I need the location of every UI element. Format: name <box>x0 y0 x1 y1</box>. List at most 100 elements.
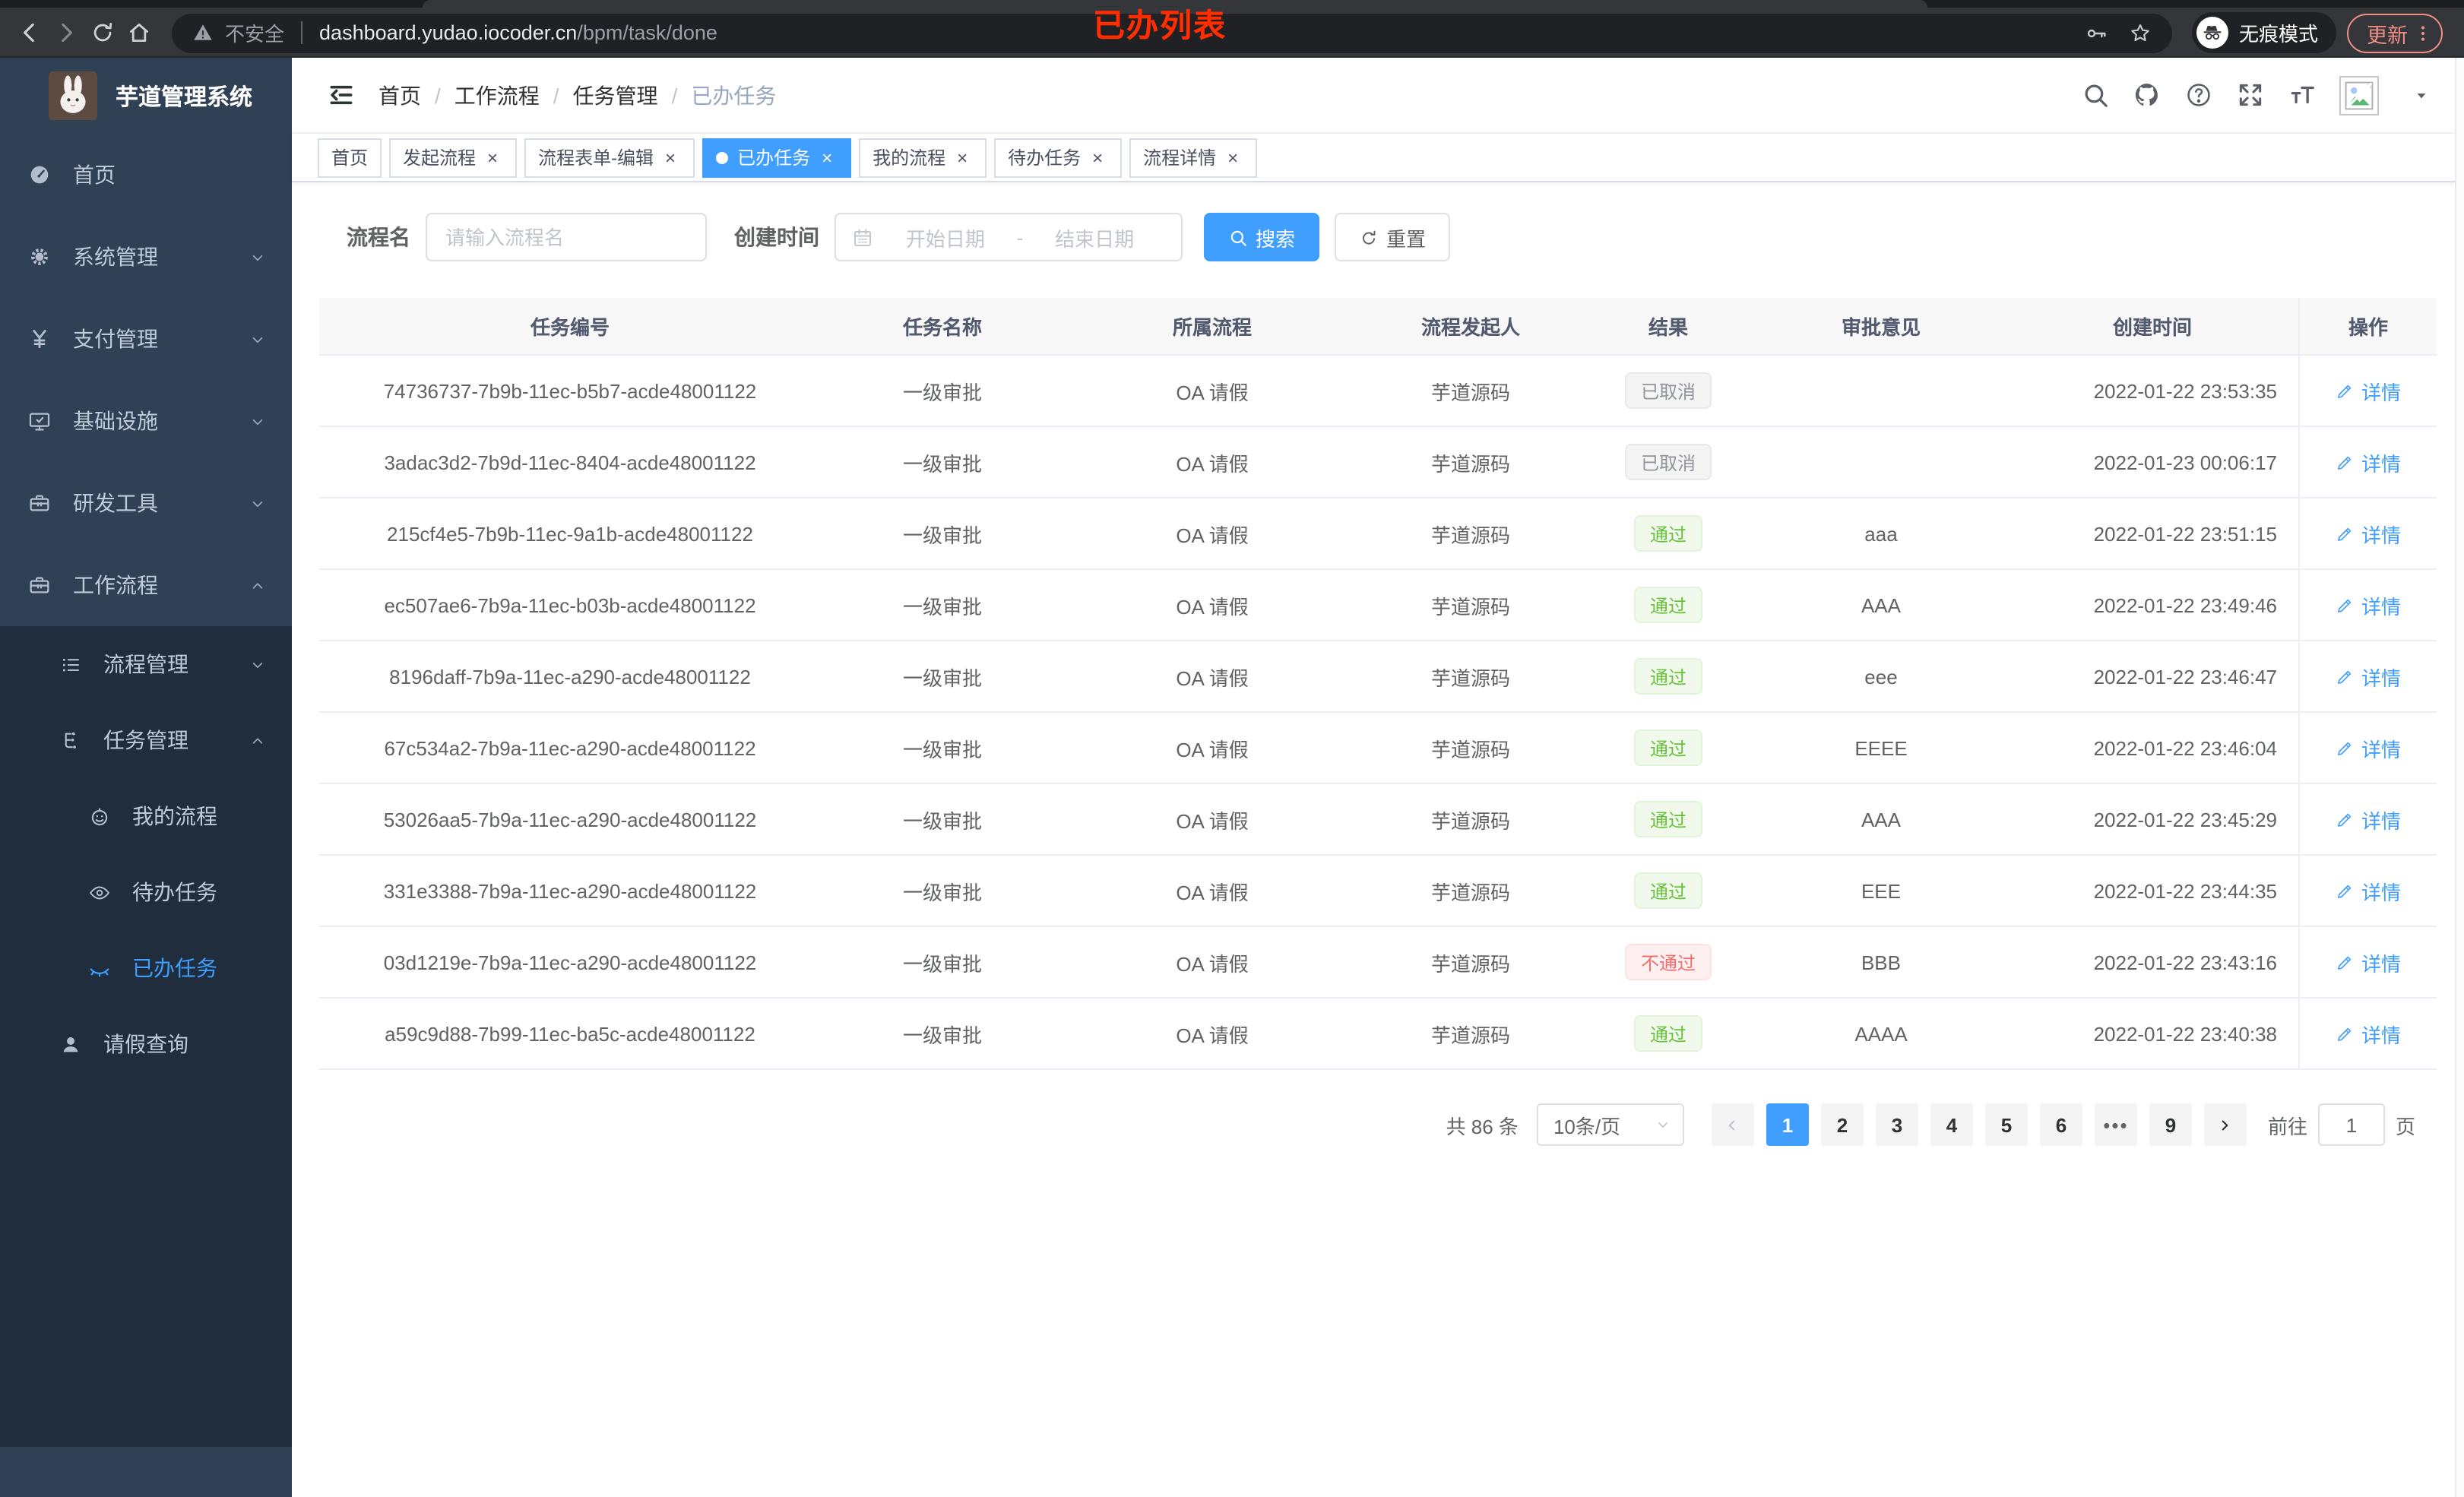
browser-menu-dots-icon[interactable] <box>2412 22 2434 43</box>
forward-icon[interactable] <box>53 20 79 46</box>
search-icon[interactable] <box>2081 81 2110 109</box>
process-cell: OA 请假 <box>1064 856 1360 927</box>
col-comment: 审批意见 <box>1756 298 2006 356</box>
tabs-bar: 首页 发起流程 × 流程表单-编辑 × 已办任务 × 我的流程 × 待办任务 ×… <box>292 134 2464 182</box>
fullscreen-icon[interactable] <box>2236 81 2265 109</box>
tab[interactable]: 流程详情 × <box>1129 138 1258 177</box>
incognito-icon <box>2196 17 2228 49</box>
breadcrumb-link[interactable]: 任务管理 <box>573 80 658 110</box>
sidebar-subitem[interactable]: 待办任务 <box>0 854 292 930</box>
key-icon[interactable] <box>2084 21 2108 45</box>
search-button[interactable]: 搜索 <box>1204 213 1320 261</box>
page-button[interactable]: 4 <box>1930 1103 1973 1146</box>
details-link[interactable]: 详情 <box>2336 733 2401 762</box>
details-link[interactable]: 详情 <box>2336 1019 2401 1048</box>
github-icon[interactable] <box>2133 81 2162 109</box>
date-range-picker[interactable]: 开始日期 - 结束日期 <box>835 213 1183 261</box>
avatar[interactable] <box>2339 75 2379 115</box>
prev-page-button[interactable] <box>1711 1103 1754 1146</box>
update-button[interactable]: 更新 <box>2347 13 2443 52</box>
tab-label: 发起流程 <box>403 147 477 169</box>
tab-close-icon[interactable]: × <box>952 147 973 168</box>
tab[interactable]: 首页 <box>318 138 382 177</box>
goto-page-input[interactable] <box>2317 1103 2385 1146</box>
bookmark-star-icon[interactable] <box>2128 21 2152 45</box>
page-button[interactable]: 2 <box>1820 1103 1864 1146</box>
initiator-cell: 芋道源码 <box>1360 856 1581 927</box>
sidebar-item[interactable]: 支付管理 <box>0 298 292 380</box>
url-host: dashboard.yudao.iocoder.cn <box>319 21 578 44</box>
sidebar-subitem[interactable]: 流程管理 <box>0 626 292 702</box>
user-icon <box>59 1033 82 1055</box>
tab-close-icon[interactable]: × <box>1222 147 1243 168</box>
details-link[interactable]: 详情 <box>2336 519 2401 548</box>
edit-icon <box>2336 595 2355 615</box>
tab-close-icon[interactable]: × <box>482 147 503 168</box>
tab[interactable]: 已办任务 × <box>702 138 852 177</box>
sidebar-item[interactable]: 工作流程 <box>0 544 292 626</box>
page-button[interactable]: 1 <box>1766 1103 1809 1146</box>
sidebar-subitem[interactable]: 任务管理 <box>0 702 292 778</box>
sidebar-subitem[interactable]: 请假查询 <box>0 1006 292 1082</box>
page-button[interactable]: 6 <box>2039 1103 2082 1146</box>
reload-icon[interactable] <box>90 20 116 46</box>
task-name-cell: 一级审批 <box>821 713 1064 784</box>
page-button[interactable]: 3 <box>1875 1103 1918 1146</box>
fold-sidebar-icon[interactable] <box>327 81 356 109</box>
sidebar-subitem[interactable]: 已办任务 <box>0 930 292 1006</box>
range-separator: - <box>1016 226 1024 248</box>
help-icon[interactable] <box>2184 81 2213 109</box>
filter-form: 流程名 创建时间 开始日期 - 结束日期 搜索 重置 <box>347 213 2464 261</box>
done-task-table: 任务编号 任务名称 所属流程 流程发起人 结果 审批意见 创建时间 操作 747… <box>319 298 2437 1070</box>
sidebar-item[interactable]: 研发工具 <box>0 462 292 544</box>
sidebar-subitem[interactable]: 我的流程 <box>0 778 292 854</box>
col-initiator: 流程发起人 <box>1360 298 1581 356</box>
process-name-input[interactable] <box>426 213 707 261</box>
details-link[interactable]: 详情 <box>2336 805 2401 834</box>
details-link[interactable]: 详情 <box>2336 590 2401 619</box>
tab[interactable]: 待办任务 × <box>994 138 1123 177</box>
breadcrumb-link[interactable]: 首页 <box>378 80 421 110</box>
browser-chrome: 不安全 dashboard.yudao.iocoder.cn/bpm/task/… <box>0 0 2464 58</box>
page-button[interactable]: 9 <box>2149 1103 2192 1146</box>
caret-down-icon[interactable] <box>2414 87 2429 103</box>
tab-close-icon[interactable]: × <box>816 147 838 168</box>
details-link[interactable]: 详情 <box>2336 448 2401 476</box>
home-icon[interactable] <box>126 20 152 46</box>
page-button[interactable]: ••• <box>2094 1103 2137 1146</box>
goto-page: 前往 页 <box>2268 1103 2415 1146</box>
tab[interactable]: 流程表单-编辑 × <box>524 138 695 177</box>
process-name-label: 流程名 <box>347 225 410 249</box>
created-cell: 2022-01-22 23:46:04 <box>2006 713 2298 784</box>
window-scrollbar[interactable] <box>2455 58 2464 1497</box>
task-id-cell: 3adac3d2-7b9d-11ec-8404-acde48001122 <box>319 427 821 498</box>
eyeclosed-icon <box>88 957 111 980</box>
breadcrumb-link[interactable]: 已办任务 <box>691 80 776 110</box>
tab[interactable]: 我的流程 × <box>859 138 987 177</box>
sidebar-item[interactable]: 系统管理 <box>0 216 292 298</box>
back-icon[interactable] <box>17 20 43 46</box>
details-link[interactable]: 详情 <box>2336 376 2401 405</box>
reset-button[interactable]: 重置 <box>1335 213 1451 261</box>
tab[interactable]: 发起流程 × <box>389 138 518 177</box>
dashboard-icon <box>27 163 52 187</box>
page-size-select[interactable]: 10条/页 <box>1536 1103 1684 1146</box>
font-size-icon[interactable] <box>2288 81 2317 109</box>
result-cell: 通过 <box>1581 570 1756 641</box>
tab-label: 流程表单-编辑 <box>538 147 654 169</box>
sidebar: 芋道管理系统 首页 系统管理 支付管理 基础设施 研发工具 工作流程 流程管理 … <box>0 58 292 1497</box>
task-id-cell: 53026aa5-7b9a-11ec-a290-acde48001122 <box>319 784 821 856</box>
table-row: 74736737-7b9b-11ec-b5b7-acde48001122 一级审… <box>319 356 2437 427</box>
sidebar-item[interactable]: 首页 <box>0 134 292 216</box>
next-page-button[interactable] <box>2203 1103 2247 1146</box>
tab-close-icon[interactable]: × <box>1087 147 1108 168</box>
details-link[interactable]: 详情 <box>2336 948 2401 976</box>
sidebar-item[interactable]: 基础设施 <box>0 380 292 462</box>
details-link[interactable]: 详情 <box>2336 876 2401 905</box>
page-button[interactable]: 5 <box>1984 1103 2028 1146</box>
result-cell: 通过 <box>1581 713 1756 784</box>
created-cell: 2022-01-22 23:40:38 <box>2006 999 2298 1070</box>
details-link[interactable]: 详情 <box>2336 662 2401 691</box>
breadcrumb-link[interactable]: 工作流程 <box>454 80 540 110</box>
tab-close-icon[interactable]: × <box>660 147 681 168</box>
